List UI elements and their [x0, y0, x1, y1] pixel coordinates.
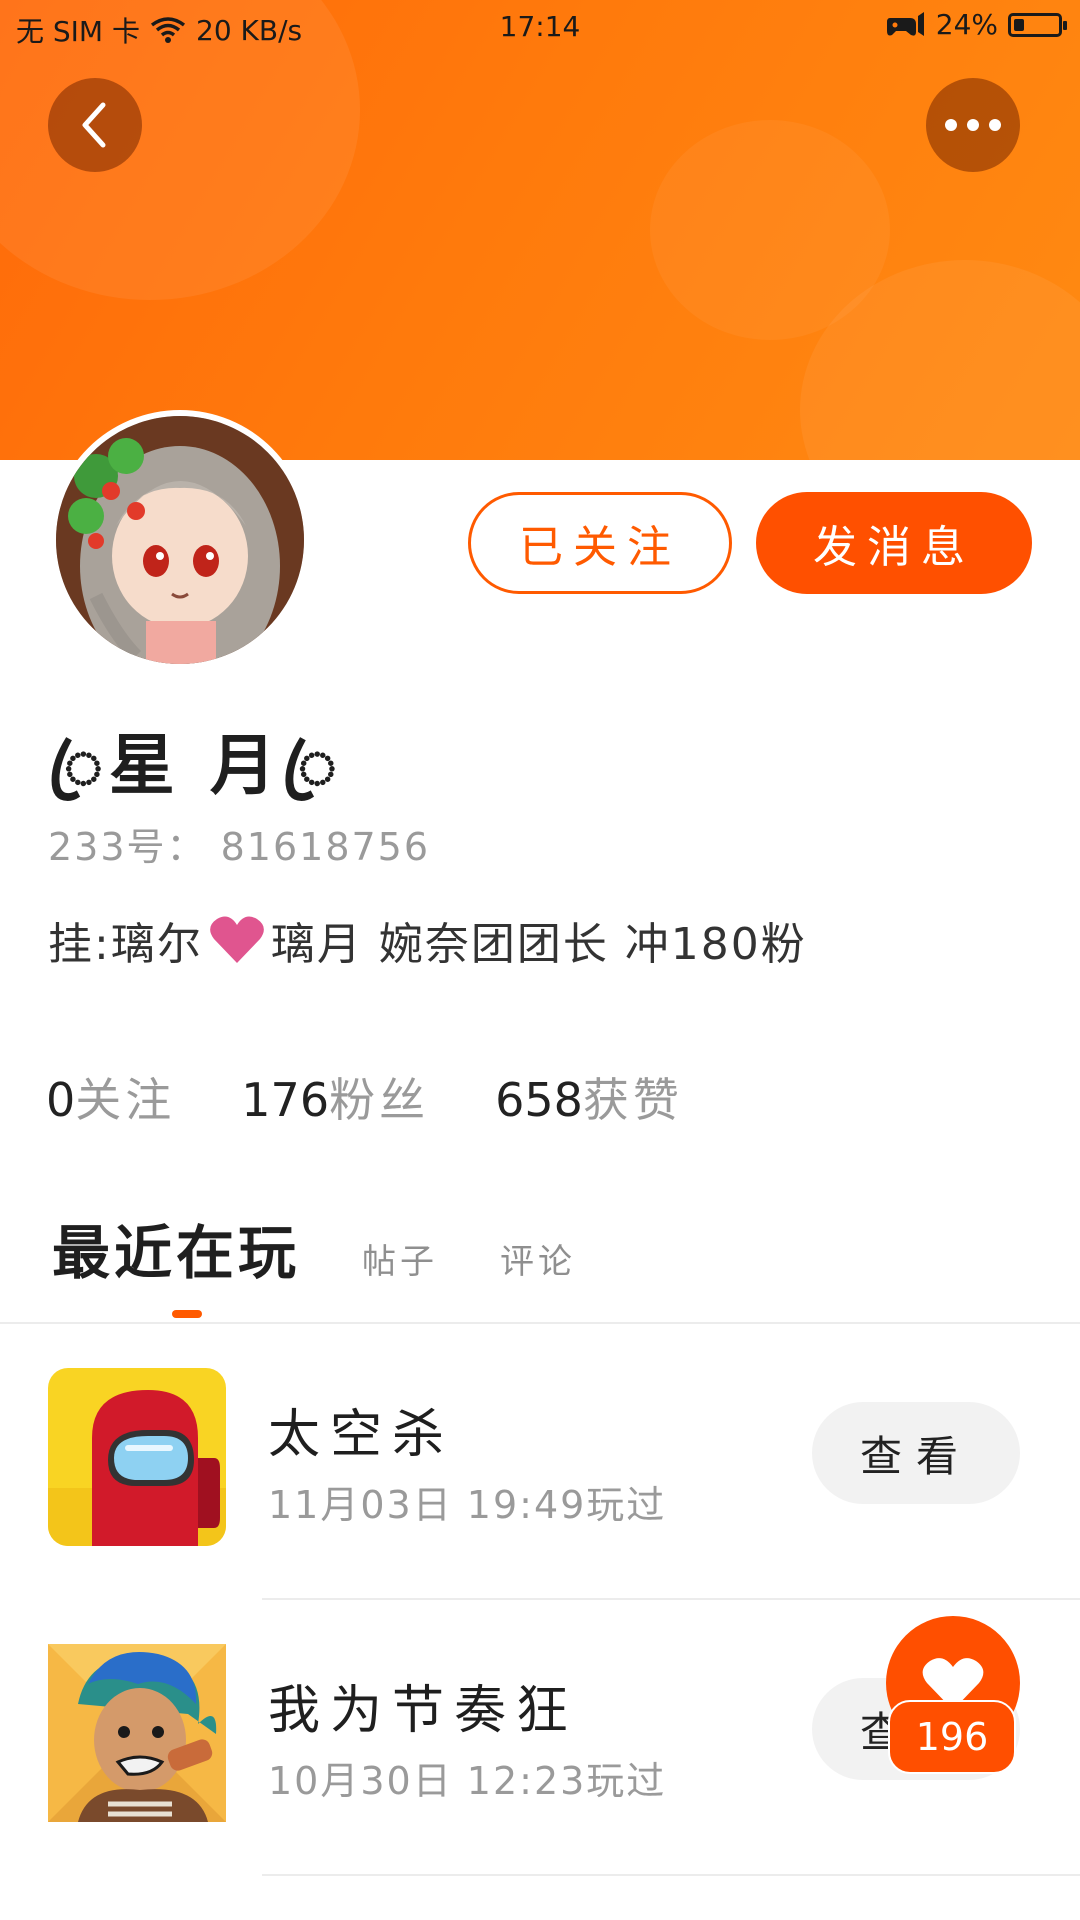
view-game-button[interactable]: 查看 [812, 1402, 1020, 1504]
active-tab-indicator [172, 1310, 202, 1318]
list-item[interactable]: 太空杀 11月03日 19:49玩过 查看 [0, 1324, 1080, 1600]
game-played-time: 10月30日 12:23玩过 [268, 1759, 667, 1803]
stat-label: 关注 [75, 1073, 176, 1127]
bio-text-prefix: 挂:璃尔 [48, 919, 203, 970]
rhythm-game-character-icon [48, 1644, 226, 1822]
stat-label: 获赞 [582, 1073, 683, 1127]
game-icon [48, 1368, 226, 1546]
game-icon [48, 1644, 226, 1822]
battery-level [1014, 18, 1024, 31]
stat-label: 粉丝 [329, 1073, 430, 1127]
send-message-button[interactable]: 发消息 [756, 492, 1032, 594]
user-id-value: 81618756 [220, 825, 431, 869]
user-bio: 挂:璃尔 璃月 婉奈团团长 冲180粉 [48, 908, 807, 972]
followed-button[interactable]: 已关注 [468, 492, 732, 594]
stat-fans[interactable]: 176粉丝 [241, 1064, 429, 1130]
game-mode-icon [886, 11, 924, 36]
like-count-badge: 196 [888, 1700, 1016, 1774]
more-options-button[interactable] [926, 78, 1020, 172]
stat-following[interactable]: 0关注 [46, 1064, 175, 1130]
heart-icon [209, 916, 264, 963]
stat-value: 658 [495, 1073, 583, 1127]
game-name: 我为节奏狂 [268, 1681, 579, 1741]
divider [262, 1874, 1080, 1876]
stat-value: 0 [46, 1073, 76, 1127]
game-played-time: 11月03日 19:49玩过 [268, 1483, 667, 1527]
tab-posts[interactable]: 帖子 [362, 1234, 438, 1283]
battery-icon [1008, 12, 1067, 37]
tab-comments[interactable]: 评论 [500, 1234, 576, 1283]
anime-girl-avatar-image [56, 416, 304, 664]
profile-tabs: 最近在玩 帖子 评论 [52, 1206, 576, 1290]
stat-value: 176 [241, 1073, 330, 1127]
avatar[interactable] [50, 410, 310, 670]
user-id-label: 233号： [48, 825, 207, 869]
bio-text-suffix: 璃月 婉奈团团长 冲180粉 [270, 919, 807, 970]
chevron-left-icon [82, 102, 106, 148]
profile-stats: 0关注 176粉丝 658获赞 [46, 1064, 683, 1130]
game-name: 太空杀 [268, 1405, 455, 1465]
more-dots-icon [945, 119, 1001, 131]
user-id: 233号： 81618756 [48, 816, 430, 871]
profile-banner [0, 0, 1080, 460]
back-button[interactable] [48, 78, 142, 172]
stat-likes[interactable]: 658获赞 [495, 1064, 683, 1130]
among-us-crewmate-icon [48, 1368, 226, 1546]
battery-percent: 24% [935, 8, 998, 41]
tab-recently-played[interactable]: 最近在玩 [52, 1206, 300, 1290]
status-bar: 无 SIM 卡 20 KB/s 17:14 24% [0, 0, 1080, 54]
